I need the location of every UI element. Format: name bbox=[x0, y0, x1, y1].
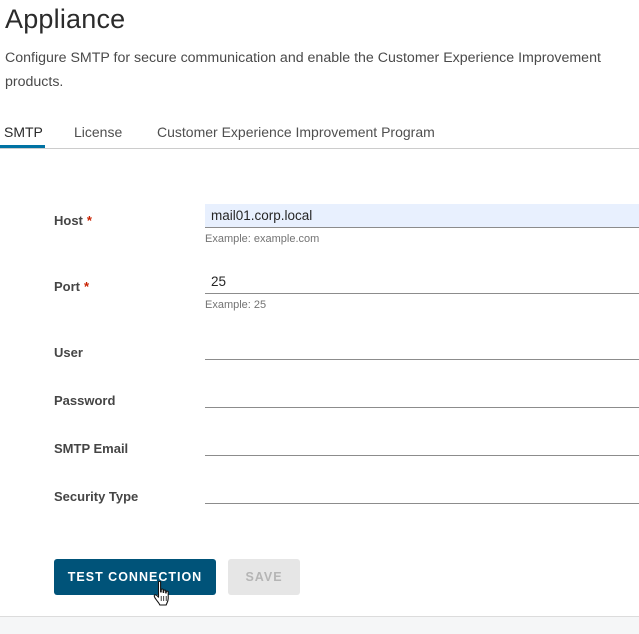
security-type-label: Security Type bbox=[54, 489, 139, 504]
tab-license[interactable]: License bbox=[74, 124, 122, 147]
host-label: Host * bbox=[54, 213, 92, 228]
host-label-text: Host bbox=[54, 213, 83, 228]
port-required-mark: * bbox=[84, 279, 90, 294]
test-connection-button[interactable]: TEST CONNECTION bbox=[54, 559, 216, 595]
security-type-select[interactable] bbox=[205, 480, 639, 504]
password-input[interactable] bbox=[205, 384, 639, 408]
port-label: Port * bbox=[54, 279, 89, 294]
password-label: Password bbox=[54, 393, 116, 408]
page-description: Configure SMTP for secure communication … bbox=[5, 46, 639, 94]
smtp-email-input[interactable] bbox=[205, 432, 639, 456]
port-helper-text: Example: 25 bbox=[205, 299, 267, 311]
tab-customer-experience-improvement-program[interactable]: Customer Experience Improvement Program bbox=[157, 124, 435, 147]
tab-bar: SMTP License Customer Experience Improve… bbox=[0, 118, 639, 149]
host-helper-text: Example: example.com bbox=[205, 233, 320, 245]
host-input[interactable] bbox=[205, 204, 639, 228]
user-label: User bbox=[54, 345, 83, 360]
page-description-line-2: products. bbox=[5, 74, 64, 90]
tab-smtp[interactable]: SMTP bbox=[0, 124, 45, 148]
page-description-line-1: Configure SMTP for secure communication … bbox=[5, 50, 601, 66]
user-input[interactable] bbox=[205, 336, 639, 360]
page-title: Appliance bbox=[5, 4, 126, 34]
footer-bar bbox=[0, 616, 639, 634]
smtp-email-label: SMTP Email bbox=[54, 441, 129, 456]
host-required-mark: * bbox=[86, 213, 92, 228]
port-input[interactable] bbox=[205, 270, 639, 294]
save-button[interactable]: SAVE bbox=[228, 559, 300, 595]
port-label-text: Port bbox=[54, 279, 80, 294]
